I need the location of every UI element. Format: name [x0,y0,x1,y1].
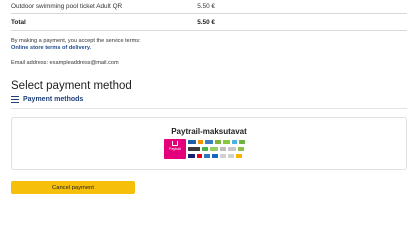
cancel-payment-button[interactable]: Cancel payment [11,181,135,194]
card-logo-mastercard [197,153,202,158]
card-logo [220,153,226,158]
total-divider [11,30,407,31]
bank-logo [239,139,245,144]
order-item-name: Outdoor swimming pool ticket Adult QR [11,2,123,10]
card-logo [228,153,234,158]
paytrail-logo: Paytrail [164,139,186,159]
bank-logo [188,146,200,151]
order-total-row: Total 5.50 € [11,16,407,28]
terms-link[interactable]: Online store terms of delivery. [11,45,91,51]
payment-logos [188,139,256,160]
payment-methods-label: Payment methods [23,96,84,103]
card-logo-visa [188,153,195,158]
order-total-label: Total [11,18,26,26]
section-title: Select payment method [11,80,132,92]
card-logo [212,153,218,158]
card-logo [236,153,242,158]
email-address: Email address: exampleaddress@mail.com [11,60,119,66]
bank-logo [188,139,196,144]
shopping-bag-icon [172,141,178,146]
terms-text: By making a payment, you accept the serv… [11,38,141,44]
paytrail-logo-text: Paytrail [169,147,181,151]
bank-logo [228,146,236,151]
bank-logo [198,139,203,144]
order-divider [11,13,407,14]
bank-logo [202,146,208,151]
payment-methods-heading: Payment methods [11,96,83,103]
list-icon [11,96,19,103]
bank-logo [220,146,226,151]
bank-logo [232,139,237,144]
order-total-price: 5.50 € [197,18,215,26]
provider-title: Paytrail-maksutavat [171,127,247,136]
bank-logo [205,139,213,144]
card-logo [204,153,210,158]
order-item-row: Outdoor swimming pool ticket Adult QR 5.… [11,0,407,12]
bank-logo [210,146,218,151]
bank-logo [215,139,221,144]
order-item-price: 5.50 € [197,2,215,10]
bank-logo [223,139,230,144]
bank-logo [238,146,244,151]
heading-divider [11,108,407,109]
